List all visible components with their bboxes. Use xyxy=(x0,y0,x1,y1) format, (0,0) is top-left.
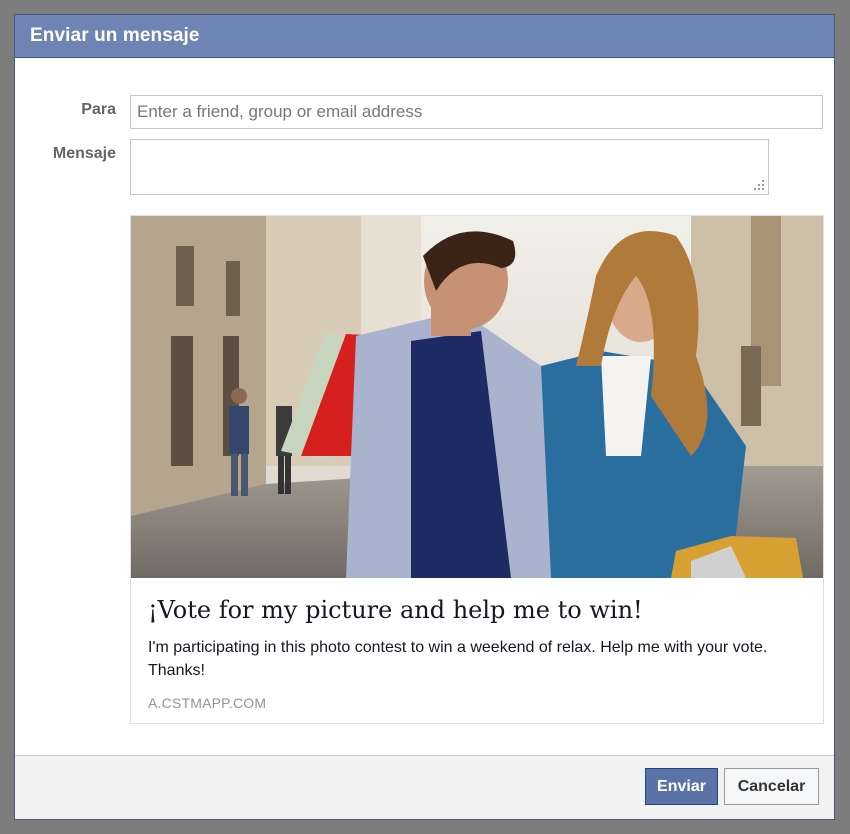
photo-couple-shopping-icon xyxy=(131,216,823,578)
share-preview-image[interactable] xyxy=(131,216,823,578)
to-input[interactable] xyxy=(130,95,823,129)
share-card-title[interactable]: ¡Vote for my picture and help me to win! xyxy=(148,596,643,624)
cancel-button[interactable]: Cancelar xyxy=(724,768,819,805)
dialog-title: Enviar un mensaje xyxy=(30,25,200,46)
share-preview-card[interactable]: ¡Vote for my picture and help me to win!… xyxy=(130,215,824,724)
dialog-titlebar: Enviar un mensaje xyxy=(15,15,834,58)
share-card-description: I'm participating in this photo contest … xyxy=(148,639,768,679)
send-message-dialog: Enviar un mensaje Para Mensaje xyxy=(14,14,835,820)
dialog-footer: Enviar Cancelar xyxy=(15,755,834,819)
message-input[interactable] xyxy=(130,139,769,195)
resize-handle-icon[interactable] xyxy=(753,179,765,191)
send-button[interactable]: Enviar xyxy=(645,768,718,805)
to-label: Para xyxy=(81,101,116,118)
message-label: Mensaje xyxy=(52,145,116,162)
share-card-domain: A.CSTMAPP.COM xyxy=(148,695,267,711)
